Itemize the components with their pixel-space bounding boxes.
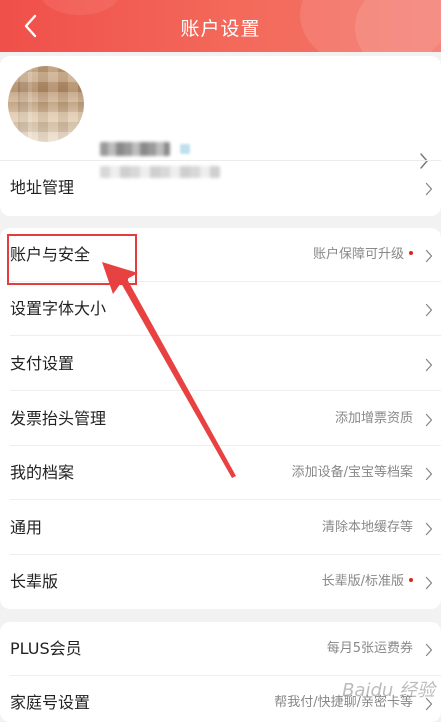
settings-card: 账户与安全 账户保障可升级 设置字体大小 支付设置 发票抬头管理 添加增票资质 … bbox=[0, 228, 441, 609]
row-hint: 清除本地缓存等 bbox=[321, 520, 413, 535]
chevron-right-icon bbox=[425, 358, 433, 372]
page-title: 账户设置 bbox=[180, 18, 261, 40]
settings-row-profile-archive[interactable]: 我的档案 添加设备/宝宝等档案 bbox=[0, 446, 441, 500]
highlight-box-annotation bbox=[7, 234, 137, 285]
chevron-right-icon bbox=[425, 467, 433, 481]
row-hint: 添加设备/宝宝等档案 bbox=[291, 465, 413, 480]
divider bbox=[10, 335, 441, 336]
chevron-right-icon bbox=[425, 303, 433, 317]
row-label: 我的档案 bbox=[10, 463, 75, 482]
divider bbox=[10, 499, 441, 500]
profile-card[interactable]: 地址管理 bbox=[0, 56, 441, 216]
header-decoration bbox=[40, 0, 120, 15]
red-dot-badge bbox=[409, 577, 413, 582]
user-badge-blurred bbox=[180, 144, 190, 154]
username-blurred bbox=[100, 142, 170, 156]
chevron-right-icon bbox=[425, 249, 433, 263]
membership-card: PLUS会员 每月5张运费券 家庭号设置 帮我付/快捷聊/亲密卡等 bbox=[0, 622, 441, 722]
row-hint: 账户保障可升级 bbox=[313, 228, 413, 282]
settings-row-elder-mode[interactable]: 长辈版 长辈版/标准版 bbox=[0, 555, 441, 609]
row-label: 长辈版 bbox=[10, 572, 59, 591]
row-label: PLUS会员 bbox=[10, 639, 82, 658]
settings-row-address[interactable]: 地址管理 bbox=[0, 161, 441, 215]
row-hint: 添加增票资质 bbox=[334, 411, 413, 426]
row-hint: 长辈版/标准版 bbox=[322, 555, 413, 609]
row-label: 支付设置 bbox=[10, 354, 75, 373]
row-label: 通用 bbox=[10, 518, 43, 537]
settings-row-invoice[interactable]: 发票抬头管理 添加增票资质 bbox=[0, 392, 441, 446]
row-hint: 每月5张运费券 bbox=[326, 641, 413, 656]
chevron-right-icon bbox=[425, 182, 433, 196]
watermark: Baidu 经验 bbox=[342, 680, 435, 701]
row-label: 设置字体大小 bbox=[10, 299, 107, 318]
chevron-right-icon bbox=[425, 576, 433, 590]
avatar[interactable] bbox=[8, 66, 84, 142]
chevron-right-icon bbox=[425, 643, 433, 657]
row-label: 家庭号设置 bbox=[10, 693, 91, 712]
settings-row-plus-member[interactable]: PLUS会员 每月5张运费券 bbox=[0, 622, 441, 676]
settings-row-font-size[interactable]: 设置字体大小 bbox=[0, 282, 441, 336]
header-bar: 账户设置 bbox=[0, 0, 441, 52]
row-label: 地址管理 bbox=[10, 178, 75, 197]
row-label: 发票抬头管理 bbox=[10, 409, 107, 428]
red-dot-badge bbox=[409, 250, 413, 255]
settings-row-general[interactable]: 通用 清除本地缓存等 bbox=[0, 501, 441, 555]
chevron-right-icon bbox=[425, 413, 433, 427]
chevron-right-icon bbox=[425, 522, 433, 536]
divider bbox=[10, 390, 441, 391]
settings-row-payment[interactable]: 支付设置 bbox=[0, 337, 441, 391]
